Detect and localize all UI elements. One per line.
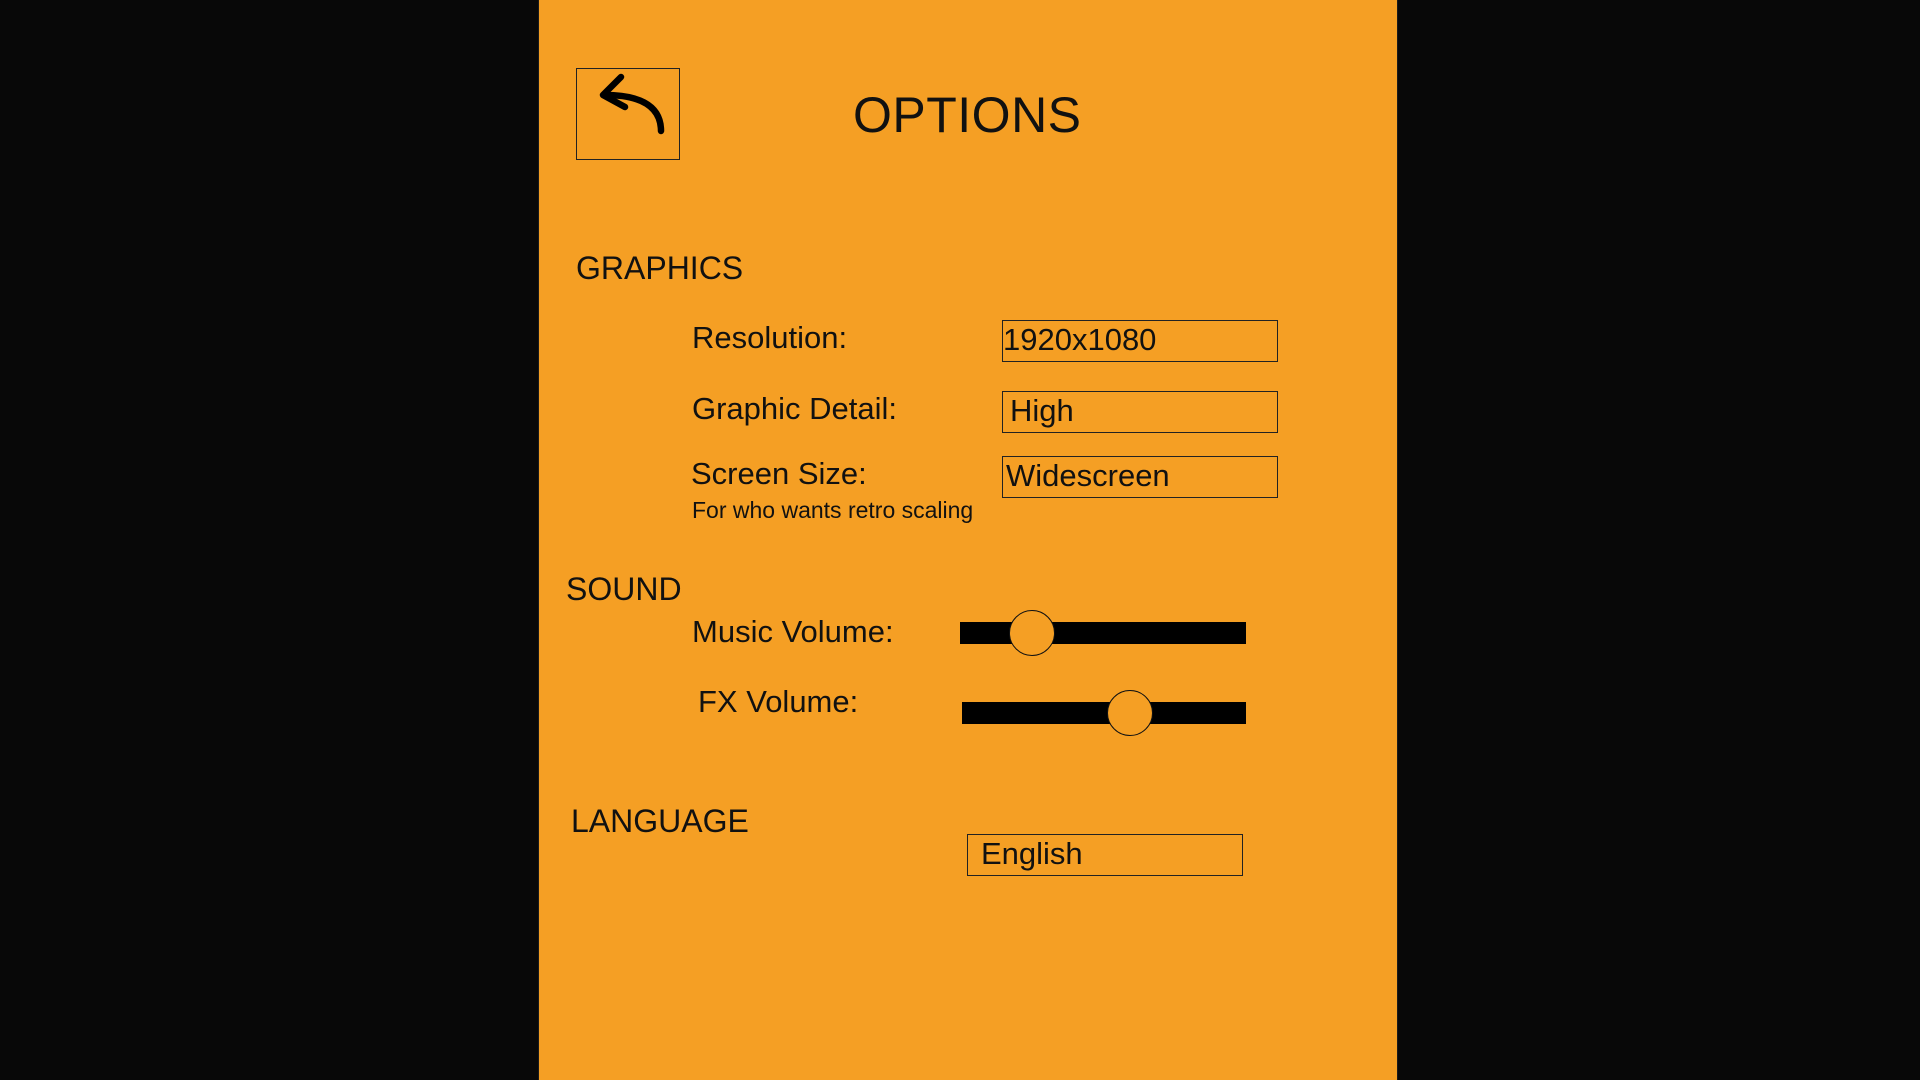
back-arrow-icon [599, 73, 665, 135]
options-panel: OPTIONS GRAPHICS Resolution: 1920x1080 G… [538, 0, 1398, 1080]
fx-volume-knob[interactable] [1106, 690, 1153, 736]
back-button[interactable] [576, 68, 680, 160]
fx-volume-slider[interactable] [962, 688, 1246, 738]
language-heading: LANGUAGE [571, 803, 749, 839]
screen-size-hint: For who wants retro scaling [692, 497, 974, 523]
sound-heading: SOUND [566, 571, 682, 607]
screen-size-select[interactable]: Widescreen [1002, 456, 1278, 498]
music-volume-track [960, 622, 1246, 644]
screen-size-label: Screen Size: [691, 456, 867, 491]
fx-volume-track [962, 702, 1246, 724]
graphic-detail-label: Graphic Detail: [692, 391, 898, 426]
graphic-detail-select[interactable]: High [1002, 391, 1278, 433]
page-title: OPTIONS [853, 87, 1082, 143]
fx-volume-label: FX Volume: [698, 684, 859, 719]
language-select[interactable]: English [967, 834, 1243, 876]
music-volume-label: Music Volume: [692, 614, 894, 649]
resolution-select[interactable]: 1920x1080 [1002, 320, 1278, 362]
graphics-heading: GRAPHICS [576, 250, 744, 286]
music-volume-slider[interactable] [960, 608, 1246, 658]
music-volume-knob[interactable] [1008, 610, 1055, 656]
resolution-label: Resolution: [692, 320, 848, 355]
